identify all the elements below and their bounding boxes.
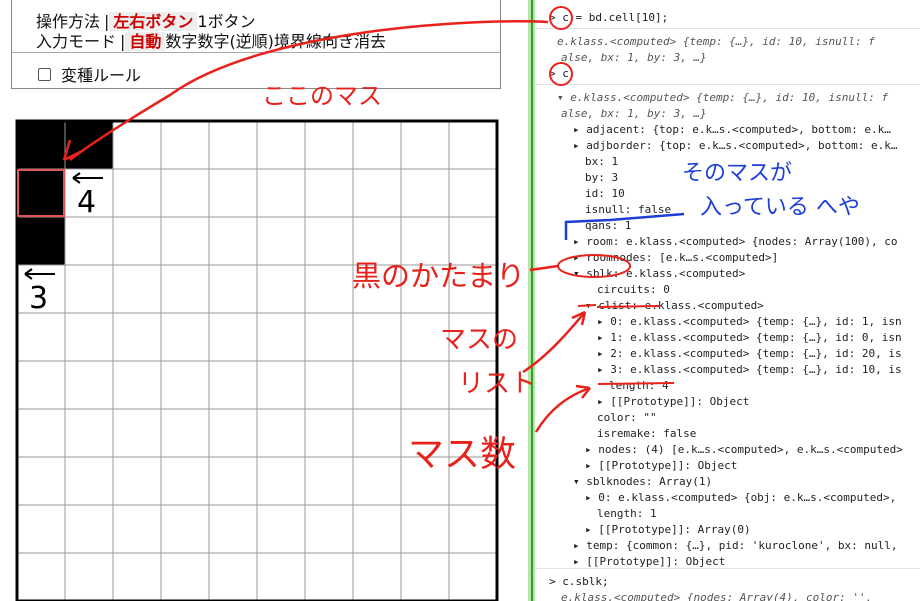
console-line[interactable]: ▸ 3: e.klass.<computed> {temp: {…}, id: … [597, 362, 902, 378]
console-line[interactable]: by: 3 [585, 170, 618, 186]
console-line[interactable]: ▸ nodes: (4) [e.k…s.<computed>, e.k…s.<c… [585, 442, 903, 458]
black-cell[interactable] [17, 217, 65, 265]
console-line[interactable]: isremake: false [597, 426, 696, 442]
console-line[interactable]: alse, bx: 1, by: 3, …} [561, 50, 707, 66]
console-separator [535, 84, 920, 85]
black-cell[interactable] [17, 169, 65, 217]
black-cell[interactable] [17, 121, 65, 169]
console-line[interactable]: color: "" [597, 410, 657, 426]
console-line[interactable]: > c [549, 66, 569, 82]
console-line[interactable]: ▸ adjborder: {top: e.k…s.<computed>, bot… [573, 138, 898, 154]
console-line[interactable]: e.klass.<computed> {nodes: Array(4), col… [561, 590, 872, 601]
console-separator [535, 28, 920, 29]
console-line[interactable]: id: 10 [585, 186, 625, 202]
console-line[interactable]: ▾ e.klass.<computed> {temp: {…}, id: 10,… [557, 90, 888, 106]
clue-number: 3 [29, 281, 48, 316]
console-line[interactable]: ▸ 2: e.klass.<computed> {temp: {…}, id: … [597, 346, 902, 362]
console-line[interactable]: circuits: 0 [597, 282, 670, 298]
console-separator [535, 568, 920, 569]
console-line[interactable]: ▾ sblk: e.klass.<computed> [573, 266, 745, 282]
console-line[interactable]: > c = bd.cell[10]; [549, 10, 668, 26]
console-line[interactable]: ▾ clist: e.klass.<computed> [585, 298, 764, 314]
puzzle-pane: 操作方法 | 左右ボタン 1ボタン 入力モード | 自動 数字数字(逆順)境界線向き消去 変… [0, 0, 528, 601]
console-line[interactable]: ▸ [[Prototype]]: Array(0) [585, 522, 751, 538]
console-line[interactable]: ▸ 1: e.klass.<computed> {temp: {…}, id: … [597, 330, 902, 346]
console-line[interactable]: isnull: false [585, 202, 671, 218]
console-line[interactable]: ▸ roomnodes: [e.k…s.<computed>] [573, 250, 778, 266]
devtools-console[interactable]: > c = bd.cell[10]; e.klass.<computed> {te… [535, 0, 920, 601]
clue-number: 4 [77, 185, 96, 220]
console-line[interactable]: ▸ room: e.klass.<computed> {nodes: Array… [573, 234, 898, 250]
console-line[interactable]: ▸ temp: {common: {…}, pid: 'kuroclone', … [573, 538, 898, 554]
console-line[interactable]: ▸ 0: e.klass.<computed> {temp: {…}, id: … [597, 314, 902, 330]
pane-divider-line [531, 0, 533, 601]
console-line[interactable]: ▾ sblknodes: Array(1) [573, 474, 712, 490]
console-line[interactable]: > c.sblk; [549, 574, 609, 590]
console-line[interactable]: alse, bx: 1, by: 3, …} [561, 106, 707, 122]
console-line[interactable]: length: 1 [597, 506, 657, 522]
console-line[interactable]: ▸ 0: e.klass.<computed> {obj: e.k…s.<com… [585, 490, 896, 506]
console-line[interactable]: e.klass.<computed> {temp: {…}, id: 10, i… [557, 34, 875, 50]
console-line[interactable]: ▸ [[Prototype]]: Object [597, 394, 749, 410]
console-line[interactable]: ▸ [[Prototype]]: Object [585, 458, 737, 474]
console-line[interactable]: ▸ adjacent: {top: e.k…s.<computed>, bott… [573, 122, 891, 138]
puzzle-board[interactable]: 43 [0, 0, 528, 601]
black-cell[interactable] [65, 121, 113, 169]
console-line[interactable]: bx: 1 [585, 154, 618, 170]
console-line[interactable]: qans: 1 [585, 218, 631, 234]
console-line[interactable]: length: 4 [609, 378, 669, 394]
